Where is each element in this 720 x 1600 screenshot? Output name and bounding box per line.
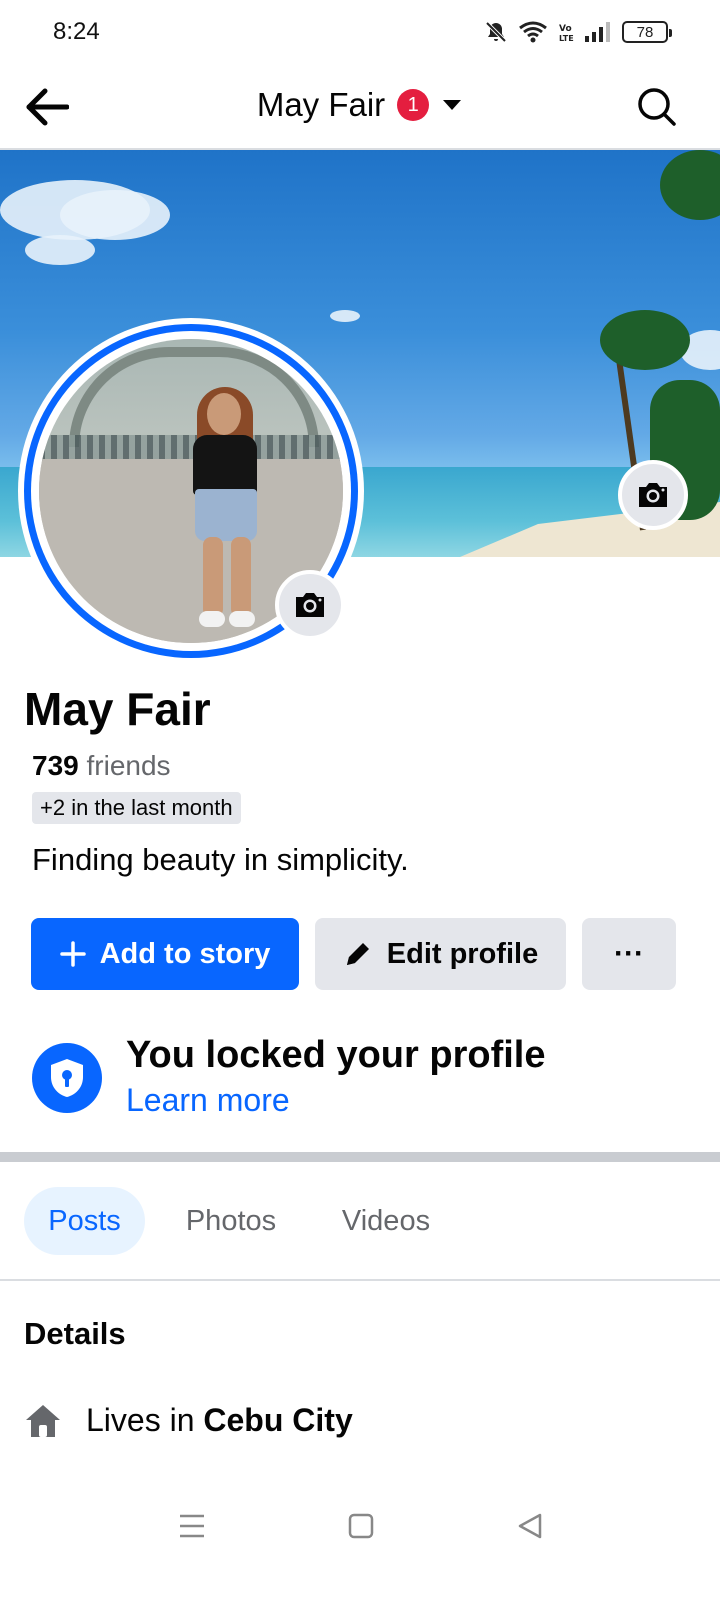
square-icon (348, 1513, 374, 1539)
friends-delta-badge: +2 in the last month (32, 792, 241, 824)
details-heading: Details (24, 1316, 126, 1351)
edit-cover-photo-button[interactable] (618, 460, 688, 530)
menu-icon (180, 1514, 204, 1538)
notification-badge: 1 (397, 89, 430, 121)
nav-recents-button[interactable] (172, 1508, 212, 1544)
nav-back-button[interactable] (510, 1508, 550, 1544)
avatar-person-shoe (199, 611, 225, 627)
status-time: 8:24 (53, 18, 100, 45)
cover-palm-leaves (600, 310, 690, 370)
status-icons: Vo LTE 78 (484, 18, 672, 46)
camera-icon (296, 593, 324, 617)
signal-icon (585, 22, 610, 42)
cover-cloud (330, 310, 360, 322)
bell-off-icon (485, 21, 507, 43)
avatar-person-shorts (195, 489, 257, 541)
edit-profile-picture-button[interactable] (275, 570, 345, 640)
more-options-button[interactable]: ··· (582, 918, 676, 990)
avatar-bg-arch (69, 347, 319, 447)
account-switcher[interactable]: May Fair 1 (0, 86, 720, 124)
tab-photos[interactable]: Photos (168, 1187, 294, 1255)
lives-in-row: Lives in Cebu City (24, 1402, 353, 1439)
profile-bio: Finding beauty in simplicity. (32, 842, 409, 877)
nav-home-button[interactable] (341, 1508, 381, 1544)
profile-name: May Fair (24, 683, 211, 735)
cover-palm-leaves (660, 150, 720, 220)
friends-number: 739 (32, 750, 79, 781)
tabs-divider (0, 1279, 720, 1281)
avatar-person-face (207, 393, 241, 435)
add-to-story-button[interactable]: Add to story (31, 918, 299, 990)
search-icon (638, 88, 676, 126)
avatar-bg-crowd (39, 435, 343, 461)
caret-down-icon (443, 100, 462, 110)
shield-lock-icon (51, 1059, 83, 1097)
add-to-story-label: Add to story (99, 937, 271, 970)
edit-profile-button[interactable]: Edit profile (315, 918, 566, 990)
tab-videos[interactable]: Videos (322, 1187, 450, 1255)
triangle-back-icon (518, 1513, 542, 1539)
friends-label: friends (78, 750, 171, 781)
learn-more-link[interactable]: Learn more (126, 1082, 290, 1119)
avatar-person-shirt (193, 435, 257, 495)
pencil-icon (346, 943, 369, 965)
header-title: May Fair (256, 86, 386, 123)
cover-cloud (25, 235, 95, 265)
avatar-person-leg (203, 537, 223, 617)
home-icon (26, 1404, 60, 1437)
status-bar: 8:24 Vo LTE 78 (0, 0, 720, 64)
lives-in-city[interactable]: Cebu City (203, 1402, 352, 1438)
plus-icon (59, 941, 86, 967)
friends-count[interactable]: 739 friends (32, 750, 171, 782)
wifi-icon (519, 21, 547, 43)
camera-icon (639, 483, 667, 507)
more-icon: ··· (614, 937, 644, 970)
system-nav-bar (0, 1490, 720, 1560)
svg-text:Vo: Vo (559, 24, 572, 34)
locked-profile-title: You locked your profile (126, 1034, 546, 1076)
search-button[interactable] (634, 84, 680, 130)
avatar-person-shoe (229, 611, 255, 627)
app-header: May Fair 1 (0, 64, 720, 150)
battery-icon: 78 (622, 21, 672, 43)
lives-in-prefix: Lives in (86, 1402, 204, 1438)
volte-icon: Vo LTE (559, 24, 574, 43)
locked-profile-icon (32, 1043, 102, 1113)
edit-profile-label: Edit profile (386, 937, 539, 970)
cover-cloud (60, 190, 170, 240)
section-divider (0, 1152, 720, 1162)
avatar-person-leg (231, 537, 251, 617)
lives-in-text: Lives in Cebu City (86, 1402, 353, 1439)
svg-text:LTE: LTE (559, 34, 574, 43)
battery-level: 78 (636, 23, 654, 41)
tab-posts[interactable]: Posts (24, 1187, 145, 1255)
